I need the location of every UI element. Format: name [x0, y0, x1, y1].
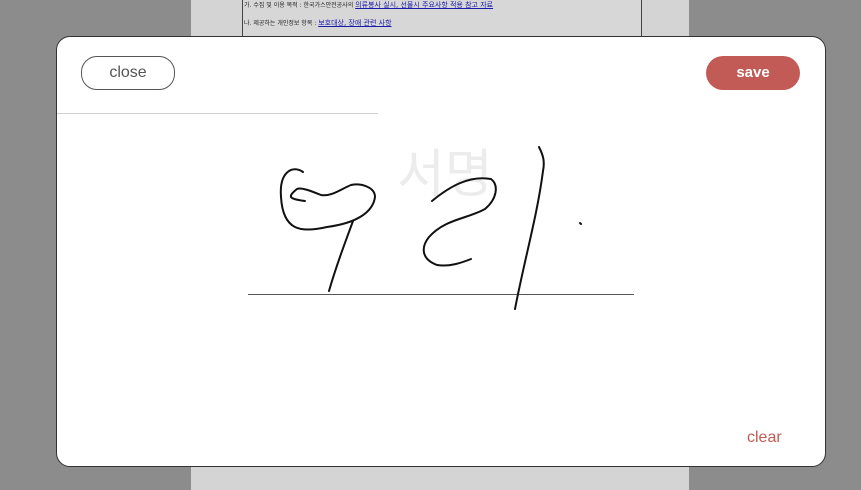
background-document-text: 나. 제공하는 개인정보 항목 : — [244, 20, 317, 27]
signature-strokes — [279, 146, 582, 310]
background-document-link: 의류봉사 실시, 선물시 주요사항 적용 참고 자료 — [355, 1, 494, 9]
background-document-line: 나. 제공하는 개인정보 항목 : 보호대상, 장애 관련 사항 — [244, 18, 392, 28]
background-document-link: 보호대상, 장애 관련 사항 — [318, 19, 392, 27]
signature-stroke — [279, 168, 376, 231]
signature-stroke — [579, 222, 582, 225]
background-document-line: 가. 수집 및 이용 목적 : 한국가스안전공사의 의류봉사 실시, 선물시 주… — [244, 0, 493, 10]
clear-button[interactable]: clear — [747, 429, 782, 447]
signature-stroke — [514, 146, 545, 310]
background-document-text: 가. 수집 및 이용 목적 : 한국가스안전공사의 — [244, 2, 354, 9]
signature-stroke — [422, 177, 497, 267]
signature-modal: close save 서명 clear — [56, 36, 826, 467]
signature-stroke — [328, 220, 354, 292]
